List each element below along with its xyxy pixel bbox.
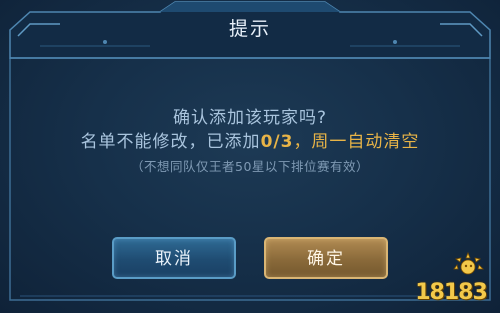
- confirm-dialog: 提示 确认添加该玩家吗? 名单不能修改，已添加0/3，周一自动清空 （不想同队仅…: [0, 0, 500, 313]
- rule-note: （不想同队仅王者50星以下排位赛有效）: [131, 159, 369, 174]
- list-status-suffix: ，周一自动清空: [293, 132, 420, 152]
- list-status-prefix: 名单不能修改，已添加: [80, 132, 261, 152]
- list-status-message: 名单不能修改，已添加0/3，周一自动清空: [0, 127, 500, 152]
- dialog-title: 提示: [228, 18, 271, 40]
- cancel-button[interactable]: 取消: [112, 237, 236, 279]
- confirm-question: 确认添加该玩家吗?: [172, 108, 328, 128]
- confirm-button[interactable]: 确定: [264, 237, 388, 279]
- added-count: 0/3: [260, 132, 294, 152]
- watermark-text: 18183: [415, 280, 488, 305]
- site-watermark-logo: 18183: [408, 249, 494, 307]
